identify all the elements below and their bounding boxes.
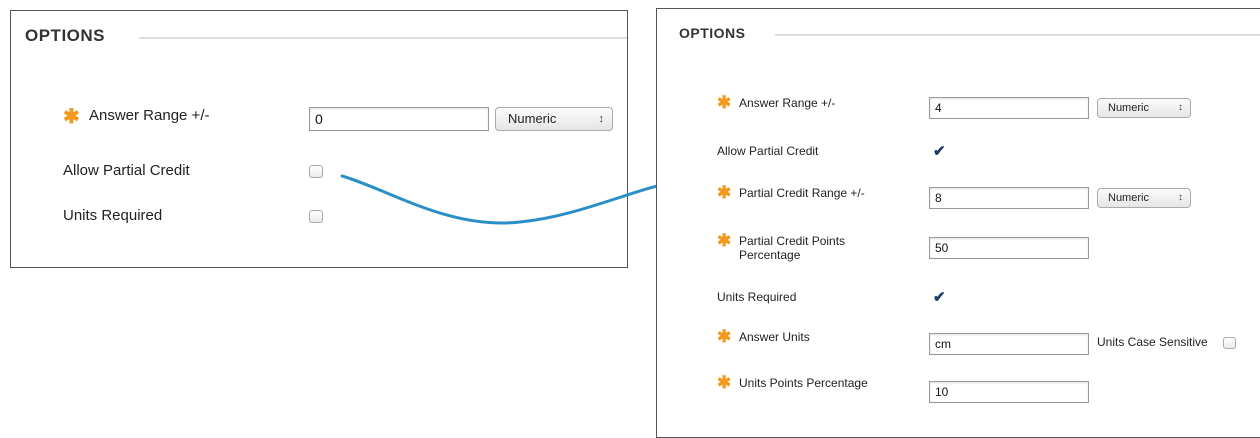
required-asterisk-icon: ✱ [717, 327, 732, 346]
partial-credit-points-percentage-label: Partial Credit Points Percentage [739, 234, 846, 263]
allow-partial-credit-checkbox[interactable]: ✔ [933, 143, 946, 160]
answer-range-label: Answer Range +/- [89, 107, 210, 124]
checkmark-icon: ✔ [933, 143, 946, 160]
answer-units-label: Answer Units [739, 330, 810, 344]
required-asterisk-icon: ✱ [63, 106, 80, 128]
required-asterisk-icon: ✱ [717, 93, 732, 112]
units-points-percentage-label: Units Points Percentage [739, 376, 868, 390]
units-required-checkbox[interactable] [309, 210, 323, 223]
units-required-checkbox[interactable]: ✔ [933, 289, 946, 306]
answer-units-input[interactable] [929, 333, 1089, 355]
updown-arrows-icon: ↕ [598, 113, 605, 125]
label-line: Partial Credit Points [739, 234, 846, 248]
partial-credit-range-label: Partial Credit Range +/- [739, 186, 865, 200]
answer-range-label: Answer Range +/- [739, 96, 836, 110]
updown-arrows-icon: ↕ [1178, 102, 1183, 113]
required-asterisk-icon: ✱ [717, 231, 732, 250]
required-asterisk-icon: ✱ [717, 373, 732, 392]
options-section-header: OPTIONS [11, 11, 627, 61]
label-line: Percentage [739, 247, 801, 262]
answer-range-type-select[interactable]: Numeric ↕ [495, 107, 613, 131]
section-divider [139, 37, 627, 39]
select-value: Numeric [508, 111, 557, 126]
section-divider [775, 34, 1260, 36]
answer-range-input[interactable] [309, 107, 489, 131]
answer-range-input[interactable] [929, 97, 1089, 119]
allow-partial-credit-label: Allow Partial Credit [717, 144, 819, 158]
units-required-label: Units Required [63, 207, 163, 224]
checkmark-icon: ✔ [933, 289, 946, 306]
partial-credit-range-type-select[interactable]: Numeric ↕ [1097, 188, 1191, 208]
partial-credit-points-percentage-input[interactable] [929, 237, 1089, 259]
allow-partial-credit-label: Allow Partial Credit [63, 162, 190, 179]
required-asterisk-icon: ✱ [717, 183, 732, 202]
units-case-sensitive-checkbox[interactable] [1223, 337, 1236, 349]
section-title: OPTIONS [679, 25, 746, 41]
options-panel-after: OPTIONS ✱ Answer Range +/- Numeric ↕ All… [656, 8, 1260, 438]
updown-arrows-icon: ↕ [1178, 192, 1183, 203]
partial-credit-range-input[interactable] [929, 187, 1089, 209]
units-points-percentage-input[interactable] [929, 381, 1089, 403]
select-value: Numeric [1108, 192, 1149, 204]
units-required-label: Units Required [717, 290, 797, 304]
section-title: OPTIONS [25, 26, 106, 45]
allow-partial-credit-checkbox[interactable] [309, 165, 323, 178]
select-value: Numeric [1108, 102, 1149, 114]
answer-range-type-select[interactable]: Numeric ↕ [1097, 98, 1191, 118]
units-case-sensitive-label: Units Case Sensitive [1097, 335, 1208, 349]
options-section-header: OPTIONS [657, 9, 1260, 59]
